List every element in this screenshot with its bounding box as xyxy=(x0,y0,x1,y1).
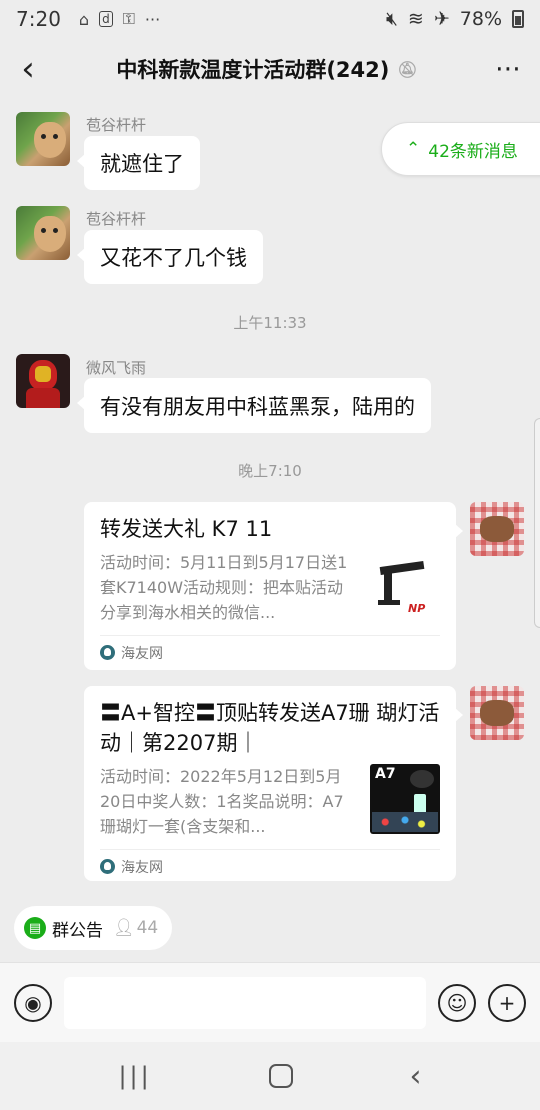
message-bubble[interactable]: 又花不了几个钱 xyxy=(77,230,263,284)
card-source: 海友网 xyxy=(121,859,163,876)
my-avatar[interactable] xyxy=(470,686,524,740)
card-footer: 海友网 xyxy=(100,849,440,883)
battery-percent: 78% xyxy=(459,8,502,30)
link-card[interactable]: 转发送大礼 K7 11 活动时间：5月11日到5月17日送1套K7140W活动规… xyxy=(84,502,463,670)
timestamp: 上午11:33 xyxy=(233,314,307,332)
wifi-icon: ≋ xyxy=(407,8,424,30)
system-nav-bar: ||| ‹ xyxy=(0,1042,540,1110)
card-thumbnail: NP xyxy=(370,550,440,620)
side-edge-handle[interactable] xyxy=(534,418,540,628)
vpn-icon: ⚿ xyxy=(122,9,135,28)
chat-header: ‹ 中科新款温度计活动群(242) 🔕︎ ⋯ xyxy=(0,38,540,100)
card-body: 活动时间：5月11日到5月17日送1套K7140W活动规则：把本贴活动分享到海水… xyxy=(100,550,440,625)
gallery-icon: ⌂ xyxy=(78,9,90,29)
timestamp: 晚上7:10 xyxy=(238,462,302,480)
cat-avatar[interactable] xyxy=(16,206,70,260)
input-bar: ◉ ☺ + xyxy=(0,962,540,1042)
chevron-left-icon: ‹ xyxy=(21,49,35,89)
more-button[interactable]: ⋯ xyxy=(478,38,540,100)
thumb-label: A7 xyxy=(375,766,396,782)
double-chevron-up-icon: ⌃ xyxy=(406,139,421,159)
card-description: 活动时间：5月11日到5月17日送1套K7140W活动规则：把本贴活动分享到海水… xyxy=(100,553,348,622)
card-body: 活动时间：2022年5月12日到5月20日中奖人数：1名奖品说明：A7珊瑚灯一套… xyxy=(100,764,440,839)
d-app-icon: d xyxy=(99,11,113,27)
sender-name: 苞谷杆杆 xyxy=(86,116,147,134)
card-title: 〓A+智控〓顶贴转发送A7珊 瑚灯活动｜第2207期｜ xyxy=(100,701,440,755)
sender-name: 微风飞雨 xyxy=(86,359,147,377)
card-title: 转发送大礼 K7 11 xyxy=(100,517,273,541)
emoji-icon: ☺ xyxy=(446,990,468,1015)
sender-name: 苞谷杆杆 xyxy=(86,210,147,228)
bell-off-icon: 🔕︎ xyxy=(397,59,418,79)
thumb-logo: NP xyxy=(408,602,426,615)
message-bubble[interactable]: 就遮住了 xyxy=(77,136,200,190)
link-card[interactable]: 〓A+智控〓顶贴转发送A7珊 瑚灯活动｜第2207期｜ 活动时间：2022年5月… xyxy=(84,686,463,883)
cat-avatar[interactable] xyxy=(16,112,70,166)
nav-back-icon[interactable]: ‹ xyxy=(410,1059,422,1094)
notice-label: 群公告 xyxy=(52,920,103,941)
mute-icon: 🔇︎ xyxy=(385,8,398,30)
notice-icon: ▤ xyxy=(24,917,46,939)
group-notice-chip[interactable]: ▤ 群公告 👤︎ 44 xyxy=(14,906,173,950)
status-left-icons: ⌂ d ⚿ ··· xyxy=(79,9,160,29)
member-count: 44 xyxy=(136,918,159,938)
new-messages-button[interactable]: ⌃ 42条新消息 xyxy=(381,122,540,176)
site-icon xyxy=(100,645,115,660)
more-dots-icon: ··· xyxy=(144,9,161,29)
airplane-icon: ✈ xyxy=(433,8,450,30)
plus-button[interactable]: + xyxy=(488,983,526,1022)
status-bar: 7:20 ⌂ d ⚿ ··· 🔇︎ ≋ ✈ 78% xyxy=(0,0,540,38)
message-bubble[interactable]: 有没有朋友用中科蓝黑泵，陆用的 xyxy=(77,378,431,433)
plus-icon: + xyxy=(498,990,516,1015)
voice-icon: ◉ xyxy=(24,990,42,1015)
battery-icon xyxy=(512,10,524,28)
back-button[interactable]: ‹ xyxy=(0,38,56,100)
chat-title-wrap: 中科新款温度计活动群(242) 🔕︎ xyxy=(56,54,478,84)
card-description: 活动时间：2022年5月12日到5月20日中奖人数：1名奖品说明：A7珊瑚灯一套… xyxy=(100,767,344,836)
ironman-avatar[interactable] xyxy=(16,354,70,408)
chat-title: 中科新款温度计活动群(242) xyxy=(116,58,390,82)
voice-button[interactable]: ◉ xyxy=(14,983,52,1022)
site-icon xyxy=(100,859,115,874)
card-source: 海友网 xyxy=(121,645,163,662)
recent-apps-icon[interactable]: ||| xyxy=(118,1062,151,1090)
home-icon[interactable] xyxy=(268,1064,293,1088)
card-thumbnail: A7 xyxy=(370,764,440,834)
status-time: 7:20 xyxy=(16,7,61,31)
card-footer: 海友网 xyxy=(100,635,440,669)
new-messages-label: 42条新消息 xyxy=(428,141,518,162)
more-icon: ⋯ xyxy=(495,54,523,84)
message-input[interactable] xyxy=(64,976,426,1029)
member-count-wrap: 👤︎ 44 xyxy=(113,918,158,938)
person-icon: 👤︎ xyxy=(113,918,135,938)
emoji-button[interactable]: ☺ xyxy=(438,983,476,1022)
my-avatar[interactable] xyxy=(470,502,524,556)
status-right-icons: 🔇︎ ≋ ✈ 78% xyxy=(386,8,524,30)
